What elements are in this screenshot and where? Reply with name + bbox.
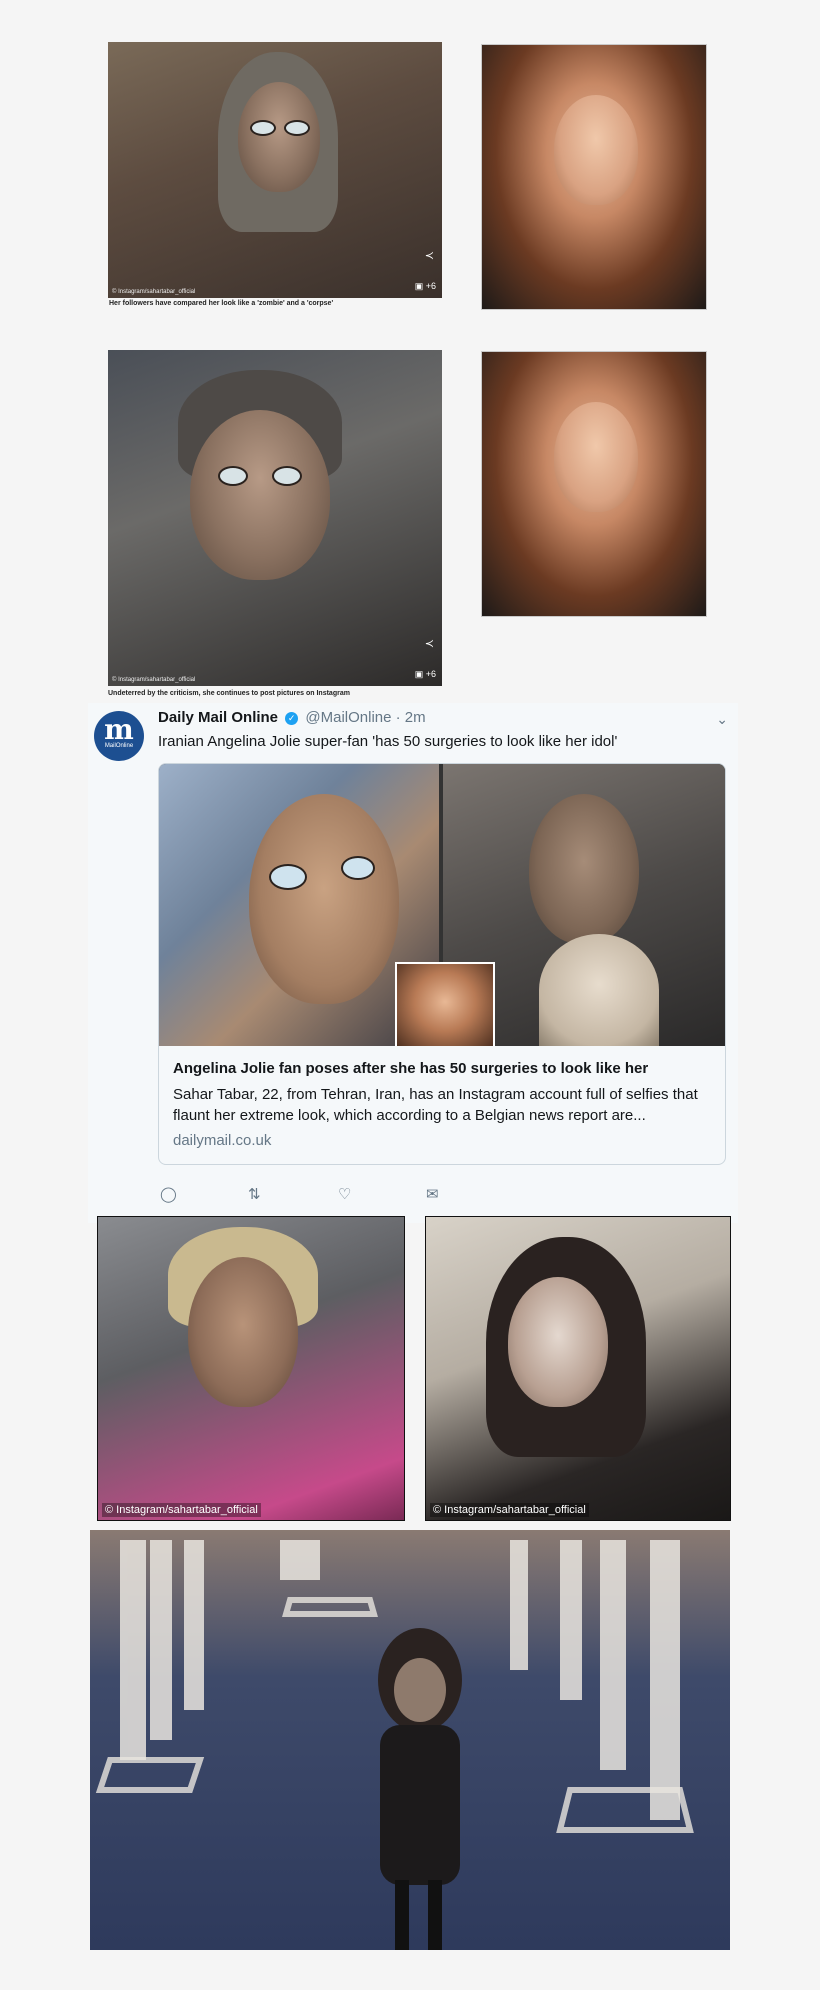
angelina-jolie-photo-2 bbox=[481, 351, 707, 617]
tweet-time[interactable]: · 2m bbox=[396, 709, 426, 726]
angelina-jolie-photo-1 bbox=[481, 44, 707, 310]
angelina-inset bbox=[395, 962, 495, 1046]
share-icon[interactable]: ≺ bbox=[425, 249, 434, 262]
eye bbox=[269, 864, 307, 890]
verified-icon: ✓ bbox=[285, 711, 299, 725]
link-card[interactable]: Angelina Jolie fan poses after she has 5… bbox=[158, 763, 726, 1165]
photo-credit: © Instagram/sahartabar_official bbox=[112, 677, 196, 683]
photo-caption: Her followers have compared her look lik… bbox=[109, 300, 334, 307]
sahar-photo-2: ≺ ▣ +6 © Instagram/sahartabar_official bbox=[108, 350, 442, 686]
tweet-text: Iranian Angelina Jolie super-fan 'has 50… bbox=[158, 733, 618, 750]
retweet-icon[interactable]: ⇅ bbox=[248, 1185, 261, 1203]
pillar-scene bbox=[95, 1540, 694, 1950]
like-icon[interactable]: ♡ bbox=[338, 1185, 351, 1203]
tweet-header: Daily Mail Online ✓ @MailOnline · 2m bbox=[158, 709, 426, 726]
sahar-photo-3: © Instagram/sahartabar_official bbox=[97, 1216, 405, 1521]
card-image bbox=[159, 764, 725, 1046]
photo-credit: © Instagram/sahartabar_official bbox=[430, 1503, 589, 1517]
photo-count[interactable]: ▣ +6 bbox=[415, 669, 436, 680]
chevron-down-icon[interactable]: ⌄ bbox=[716, 711, 728, 728]
photo-count[interactable]: ▣ +6 bbox=[415, 281, 436, 292]
mailonline-avatar[interactable]: m MailOnline bbox=[94, 711, 144, 761]
photo-credit: © Instagram/sahartabar_official bbox=[112, 289, 196, 295]
author-name[interactable]: Daily Mail Online bbox=[158, 709, 278, 726]
sahar-photo-1: ≺ ▣ +6 © Instagram/sahartabar_official bbox=[108, 42, 442, 298]
sahar-photo-4: © Instagram/sahartabar_official bbox=[425, 1216, 731, 1521]
cat-image bbox=[539, 934, 659, 1046]
eye bbox=[341, 856, 375, 880]
photo-credit: © Instagram/sahartabar_official bbox=[102, 1503, 261, 1517]
photo-caption: Undeterred by the criticism, she continu… bbox=[108, 690, 350, 697]
share-icon[interactable]: ≺ bbox=[425, 637, 434, 650]
card-domain[interactable]: dailymail.co.uk bbox=[173, 1132, 271, 1149]
sahar-full-body-photo bbox=[90, 1530, 730, 1950]
eye bbox=[272, 466, 302, 486]
author-handle[interactable]: @MailOnline bbox=[305, 709, 391, 726]
eye bbox=[218, 466, 248, 486]
reply-icon[interactable]: ◯ bbox=[160, 1185, 177, 1203]
eye bbox=[250, 120, 276, 136]
message-icon[interactable]: ✉ bbox=[426, 1185, 439, 1203]
eye bbox=[284, 120, 310, 136]
card-title[interactable]: Angelina Jolie fan poses after she has 5… bbox=[173, 1060, 648, 1077]
tweet[interactable]: m MailOnline Daily Mail Online ✓ @MailOn… bbox=[88, 703, 738, 1223]
card-description: Sahar Tabar, 22, from Tehran, Iran, has … bbox=[173, 1086, 698, 1124]
